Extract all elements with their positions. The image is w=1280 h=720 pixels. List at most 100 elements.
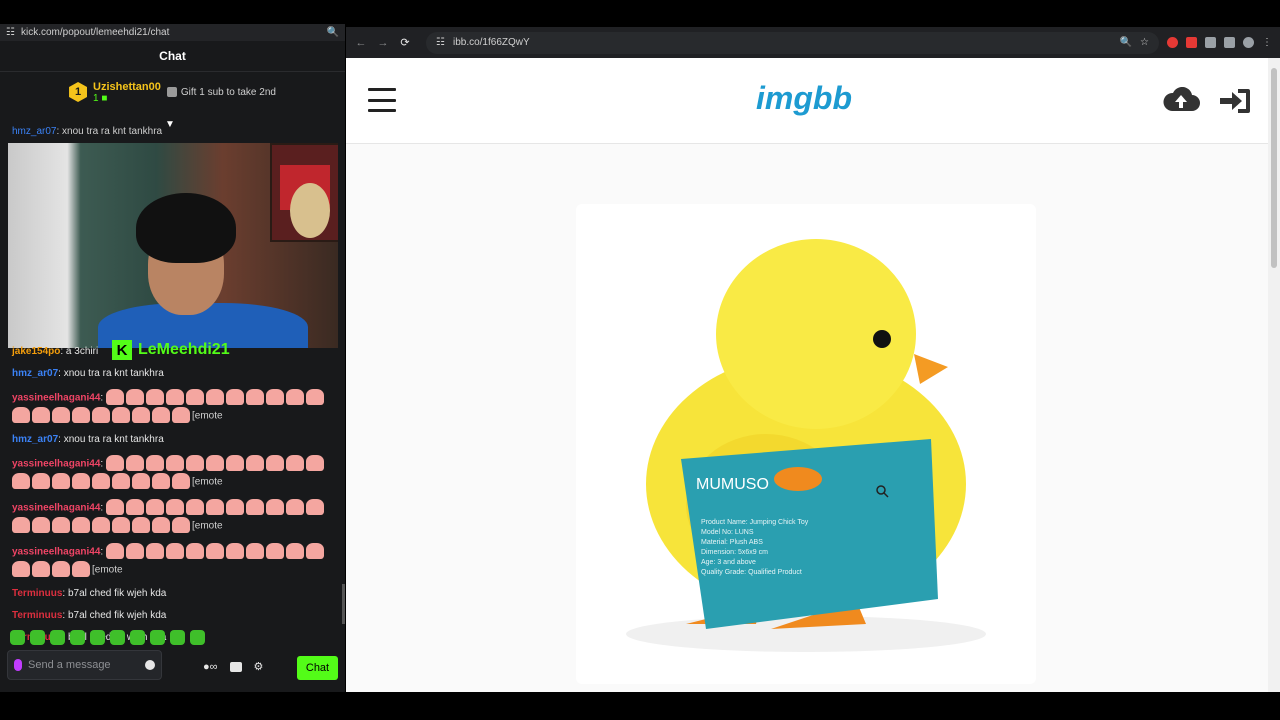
gift-sub-text: Gift 1 sub to take 2nd <box>180 86 276 98</box>
settings-icon[interactable]: ⚙ <box>254 660 264 673</box>
emote-icon <box>265 499 284 515</box>
points-icon[interactable]: ●∞ <box>203 661 218 673</box>
tag-line: Model No: LUNS <box>701 529 754 536</box>
emote-button[interactable] <box>130 630 145 645</box>
emote-icon <box>205 499 224 515</box>
imgbb-logo[interactable]: imgbb <box>756 80 852 117</box>
chat-message: yassineelhagani44: [emote <box>12 455 332 491</box>
chat-scrollbar[interactable] <box>342 584 345 624</box>
chat-username[interactable]: yassineelhagani44 <box>12 393 100 404</box>
bookmark-star-icon[interactable]: ☆ <box>1140 37 1149 48</box>
emote-icon <box>225 499 244 515</box>
menu-kebab-icon[interactable]: ⋮ <box>1262 37 1272 48</box>
chat-header: Chat <box>0 41 345 72</box>
emote-icon <box>112 473 130 489</box>
emote-icon <box>105 543 124 559</box>
chat-text: : a 3chiri <box>60 346 99 357</box>
emote-icon <box>52 473 70 489</box>
chat-username[interactable]: hmz_ar07 <box>12 126 56 137</box>
site-settings-icon[interactable]: ☷ <box>6 27 15 38</box>
chat-message: hmz_ar07: xnou tra ra knt tankhra <box>12 433 332 447</box>
chat-username[interactable]: jake154po <box>12 346 60 357</box>
emote-icon <box>52 517 70 533</box>
chat-username[interactable]: yassineelhagani44 <box>12 503 100 514</box>
quick-emotes-row <box>10 630 205 645</box>
extensions-puzzle-icon[interactable] <box>1205 37 1216 48</box>
address-bar[interactable]: ☷ ibb.co/1f66ZQwY 🔍 ☆ <box>426 31 1159 54</box>
emote-icon <box>145 455 164 471</box>
emote-icon <box>32 473 50 489</box>
emote-button[interactable] <box>10 630 25 645</box>
emote-icon <box>245 455 264 471</box>
emote-button[interactable] <box>50 630 65 645</box>
tag-line: Material: Plush ABS <box>701 539 763 546</box>
guitar <box>290 183 330 238</box>
back-icon[interactable]: ← <box>354 37 368 49</box>
emote-icon <box>165 543 184 559</box>
address-text: ibb.co/1f66ZQwY <box>452 37 530 48</box>
emote-icon <box>72 517 90 533</box>
microphone-icon[interactable] <box>14 659 22 671</box>
uploaded-image[interactable]: MUMUSO Product Name: Jumping Chick Toy M… <box>576 204 1036 684</box>
emote-button[interactable] <box>110 630 125 645</box>
sign-in-icon[interactable] <box>1218 87 1252 115</box>
zoom-icon[interactable]: 🔍 <box>327 27 339 38</box>
profile-icon[interactable] <box>1243 37 1254 48</box>
emote-icon <box>185 499 204 515</box>
gift-sub-prompt[interactable]: Gift 1 sub to take 2nd <box>166 86 276 98</box>
emote-icon <box>132 407 150 423</box>
emote-button[interactable] <box>30 630 45 645</box>
tag-line: Dimension: 5x6x9 cm <box>701 549 768 556</box>
chat-username[interactable]: yassineelhagani44 <box>12 547 100 558</box>
emote-icon <box>92 407 110 423</box>
zoom-icon[interactable]: 🔍 <box>1120 37 1132 48</box>
chat-message: yassineelhagani44: [emote <box>12 389 332 425</box>
media-controls-icon[interactable] <box>1224 37 1235 48</box>
emote-icon <box>245 389 264 405</box>
emote-icon <box>12 561 30 577</box>
forward-icon[interactable]: → <box>376 37 390 49</box>
emote-icon <box>32 561 50 577</box>
emote-icon <box>205 389 224 405</box>
chat-username[interactable]: hmz_ar07 <box>12 434 58 445</box>
expand-pinned-icon[interactable]: ▼ <box>165 119 175 130</box>
chat-username[interactable]: Terminuus <box>12 588 62 599</box>
emote-icon <box>285 543 304 559</box>
chat-username[interactable]: yassineelhagani44 <box>12 459 100 470</box>
emote-button[interactable] <box>170 630 185 645</box>
emote-button[interactable] <box>70 630 85 645</box>
kick-url-bar[interactable]: ☷ kick.com/popout/lemeehdi21/chat 🔍 <box>0 24 345 41</box>
emote-icon <box>172 407 190 423</box>
chat-username[interactable]: hmz_ar07 <box>12 368 58 379</box>
image-viewer[interactable]: MUMUSO Product Name: Jumping Chick Toy M… <box>346 144 1280 692</box>
chick-eye <box>873 330 891 348</box>
message-input[interactable]: Send a message <box>7 650 162 680</box>
reload-icon[interactable]: ⟳ <box>398 36 412 49</box>
emoji-icon[interactable] <box>145 660 155 670</box>
emote-icon <box>225 455 244 471</box>
emote-icon <box>112 517 130 533</box>
adblock-plus-icon[interactable] <box>1186 37 1197 48</box>
send-chat-button[interactable]: Chat <box>297 656 338 680</box>
emote-button[interactable] <box>150 630 165 645</box>
emote-icon <box>32 517 50 533</box>
emote-icon <box>305 543 324 559</box>
top-gifter-username[interactable]: Uzishettan00 <box>93 81 161 93</box>
chat-text: : xnou tra ra knt tankhra <box>58 434 164 445</box>
store-icon[interactable] <box>229 661 242 672</box>
emote-button[interactable] <box>90 630 105 645</box>
hamburger-menu-icon[interactable] <box>368 88 396 112</box>
emote-icon <box>52 407 70 423</box>
upload-cloud-icon[interactable] <box>1162 87 1200 113</box>
chat-message-partial: hmz_ar07: xnou tra ra knt tankhra <box>12 126 162 137</box>
emote-button[interactable] <box>190 630 205 645</box>
site-info-icon[interactable]: ☷ <box>436 37 445 48</box>
chat-username[interactable]: Terminuus <box>12 610 62 621</box>
emote-icon <box>225 543 244 559</box>
extension-red-icon[interactable] <box>1167 37 1178 48</box>
emote-icon <box>125 543 144 559</box>
streamer-webcam <box>8 143 338 348</box>
page-scrollbar[interactable] <box>1268 58 1280 692</box>
emote-icon <box>105 455 124 471</box>
top-gifter-pinned[interactable]: 1 Uzishettan00 1 ■ Gift 1 sub to take 2n… <box>0 72 345 112</box>
